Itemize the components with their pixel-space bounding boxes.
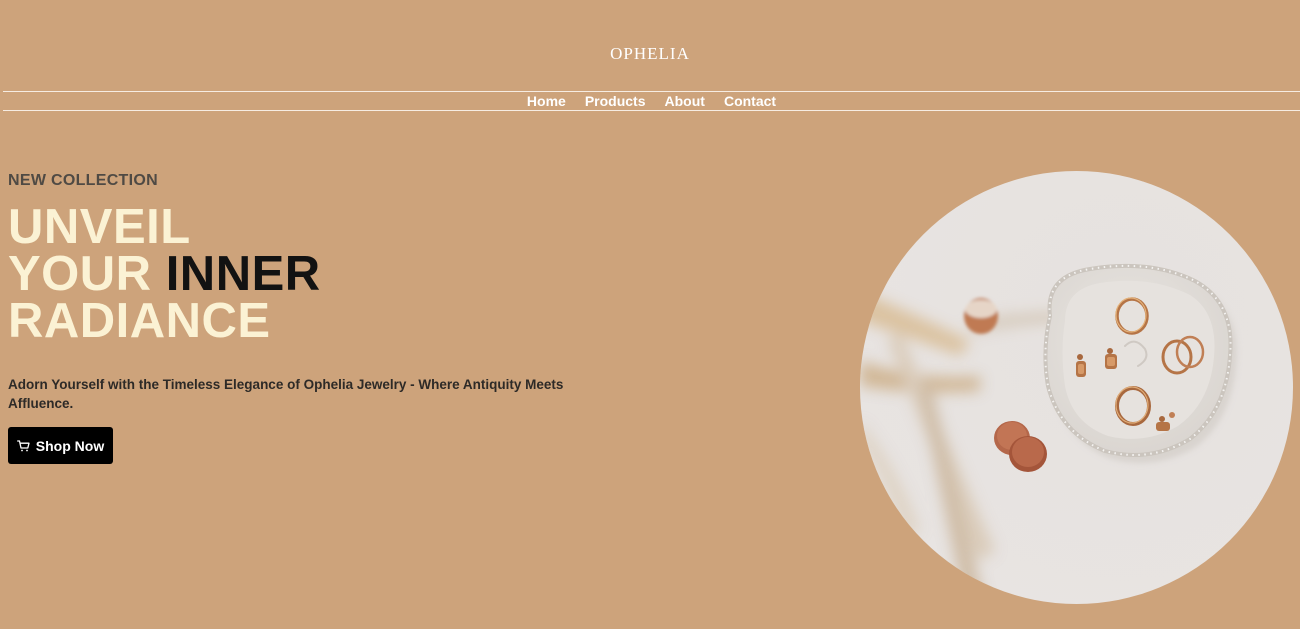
main-nav: Home Products About Contact bbox=[3, 91, 1300, 111]
nav-link-home[interactable]: Home bbox=[527, 92, 566, 110]
headline-line-3: RADIANCE bbox=[8, 294, 271, 348]
headline-line-1: UNVEIL bbox=[8, 200, 191, 254]
headline-line-2-dark: INNER bbox=[165, 247, 321, 301]
site-header: OPHELIA Home Products About Contact bbox=[0, 0, 1300, 111]
nav-link-about[interactable]: About bbox=[665, 92, 705, 110]
hero-subtext: Adorn Yourself with the Timeless Eleganc… bbox=[8, 377, 564, 411]
jewelry-tray-photo bbox=[860, 171, 1293, 604]
shop-now-button[interactable]: Shop Now bbox=[8, 427, 113, 464]
cart-icon bbox=[16, 439, 30, 452]
shop-now-label: Shop Now bbox=[35, 437, 105, 454]
nav-link-contact[interactable]: Contact bbox=[724, 92, 776, 110]
collection-eyebrow: NEW COLLECTION bbox=[8, 172, 158, 189]
headline-line-2-light: YOUR bbox=[8, 247, 166, 301]
brand-logo[interactable]: OPHELIA bbox=[0, 44, 1300, 64]
hero-headline: UNVEIL YOUR INNER RADIANCE bbox=[8, 203, 321, 348]
nav-link-products[interactable]: Products bbox=[585, 92, 646, 110]
